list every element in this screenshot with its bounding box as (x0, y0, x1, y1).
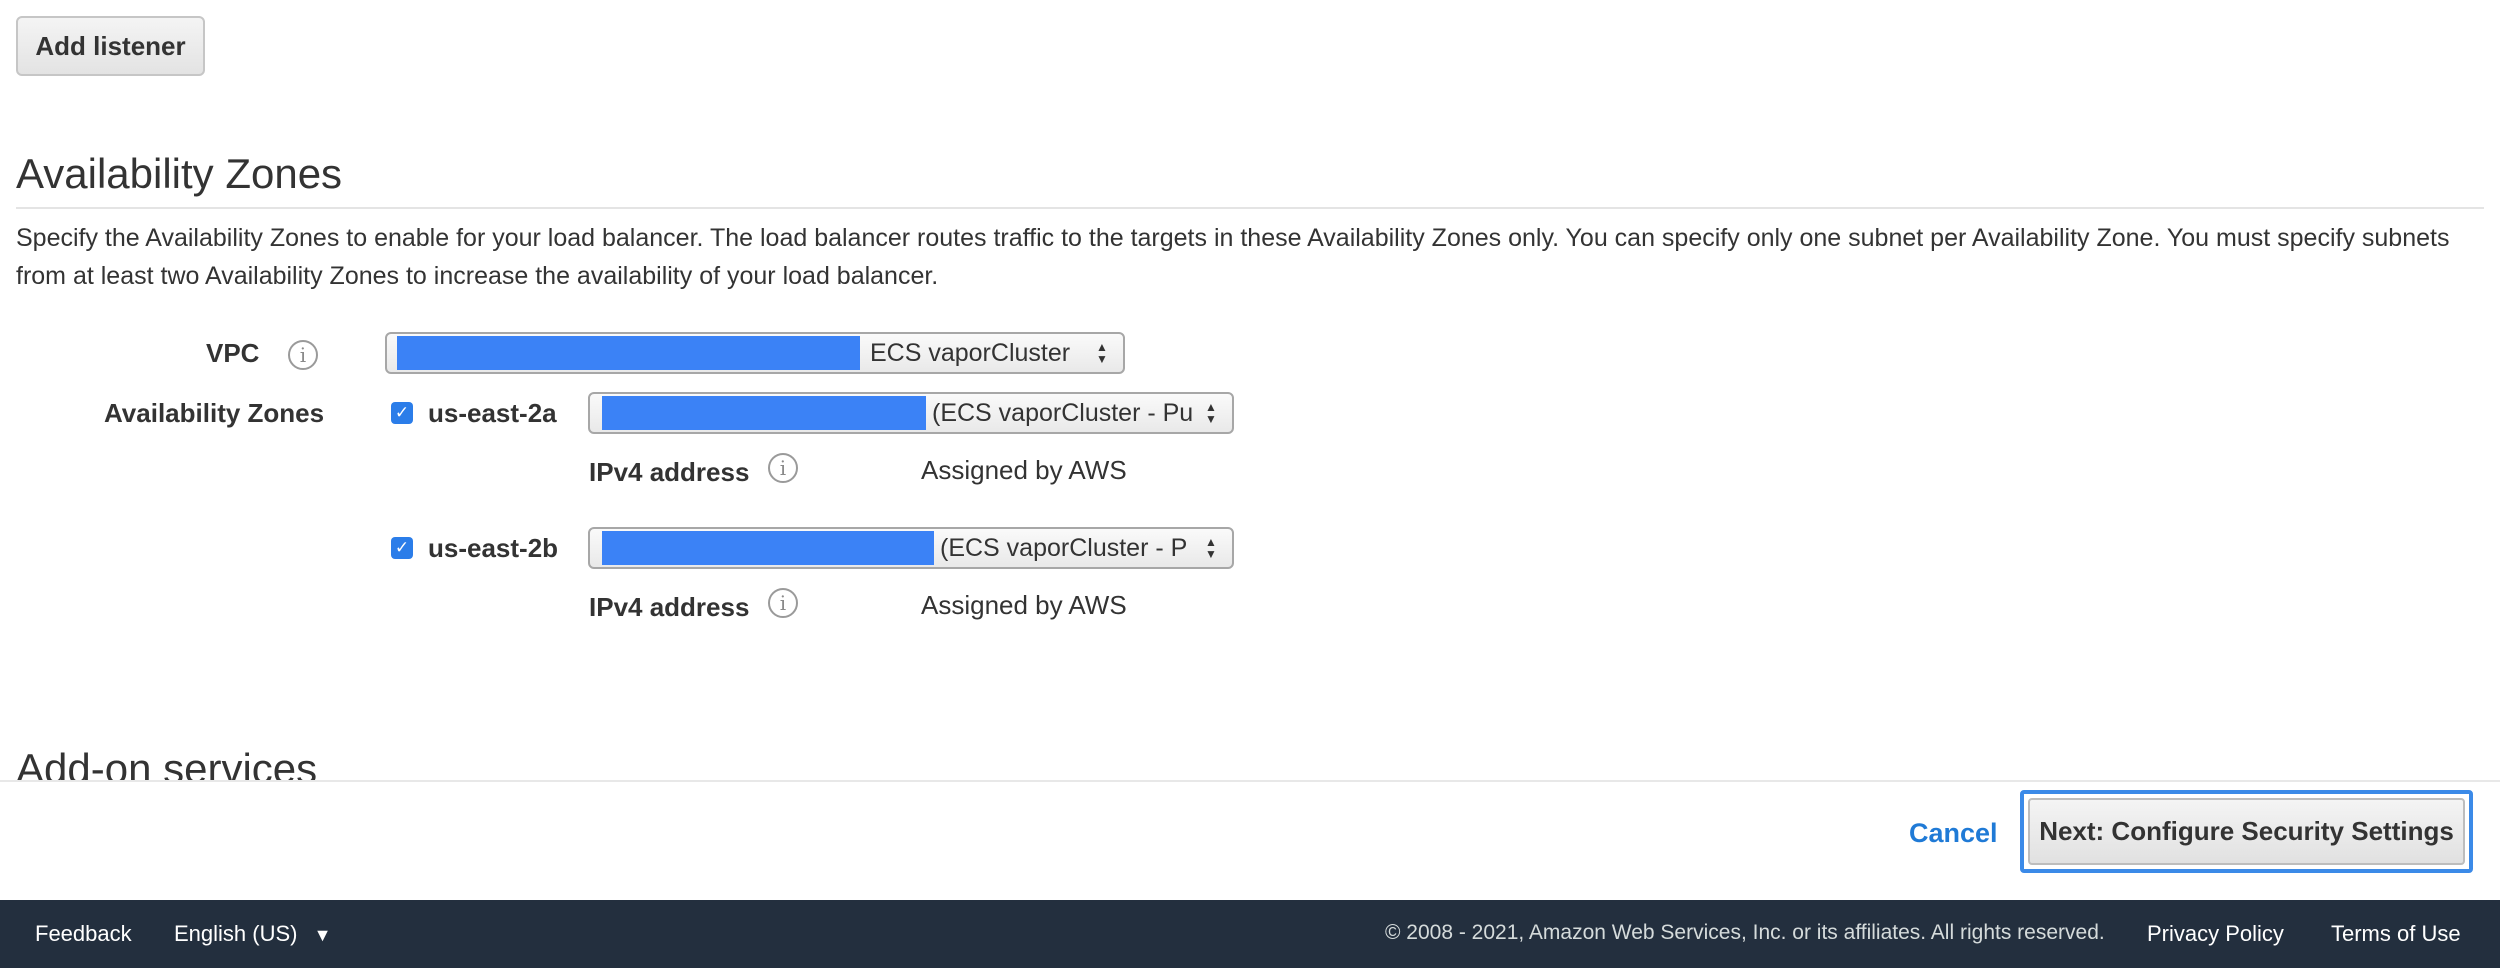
terms-of-use-link[interactable]: Terms of Use (2331, 921, 2461, 947)
subnet-select-value: (ECS vaporCluster - Pu (932, 398, 1194, 427)
info-icon[interactable]: i (768, 588, 798, 618)
info-icon[interactable]: i (768, 453, 798, 483)
next-button-label: Next: Configure Security Settings (2028, 798, 2465, 865)
next-configure-security-settings-button[interactable]: Next: Configure Security Settings (2020, 790, 2473, 873)
feedback-link[interactable]: Feedback (35, 921, 132, 947)
subnet-select-us-east-2a[interactable]: (ECS vaporCluster - Pu ▲ ▼ (588, 392, 1234, 434)
add-listener-button[interactable]: Add listener (16, 16, 205, 76)
addon-services-heading: Add-on services (16, 745, 318, 780)
subnet-select-us-east-2b[interactable]: (ECS vaporCluster - P ▲ ▼ (588, 527, 1234, 569)
zone-name: us-east-2a (428, 398, 557, 428)
language-label: English (US) (174, 921, 298, 946)
zone-checkbox-us-east-2b[interactable]: ✓ (391, 537, 413, 559)
zone-name: us-east-2b (428, 533, 559, 563)
addon-heading-clip: Add-on services (0, 740, 2500, 780)
vpc-select-value: ECS vaporCluster (870, 338, 1071, 367)
ipv4-address-value: Assigned by AWS (921, 590, 1127, 620)
ipv4-address-label: IPv4 address (589, 457, 750, 487)
copyright-text: © 2008 - 2021, Amazon Web Services, Inc.… (1385, 921, 2105, 944)
caret-down-icon: ▼ (313, 925, 332, 945)
availability-zones-label: Availability Zones (104, 398, 325, 428)
footer: Feedback English (US) ▼ © 2008 - 2021, A… (0, 900, 2500, 968)
subnet-select-value: (ECS vaporCluster - P (940, 533, 1188, 562)
vpc-select[interactable]: ECS vaporCluster ▲ ▼ (385, 332, 1125, 374)
redacted-block (602, 531, 934, 565)
cancel-link[interactable]: Cancel (1909, 818, 1998, 849)
ipv4-address-value: Assigned by AWS (921, 455, 1127, 485)
redacted-block (602, 396, 926, 430)
select-arrows-icon: ▲ ▼ (1205, 535, 1217, 561)
zone-checkbox-us-east-2a[interactable]: ✓ (391, 402, 413, 424)
language-selector[interactable]: English (US) ▼ (174, 921, 331, 947)
section-divider (16, 207, 2484, 209)
privacy-policy-link[interactable]: Privacy Policy (2147, 921, 2284, 947)
select-arrows-icon: ▲ ▼ (1205, 400, 1217, 426)
redacted-block (397, 336, 860, 370)
vpc-label: VPC (206, 338, 260, 368)
ipv4-address-label: IPv4 address (589, 592, 750, 622)
info-icon[interactable]: i (288, 340, 318, 370)
select-arrows-icon: ▲ ▼ (1096, 340, 1108, 366)
availability-zones-heading: Availability Zones (16, 150, 343, 197)
action-bar-divider (0, 780, 2500, 782)
availability-zones-description: Specify the Availability Zones to enable… (16, 224, 2450, 290)
